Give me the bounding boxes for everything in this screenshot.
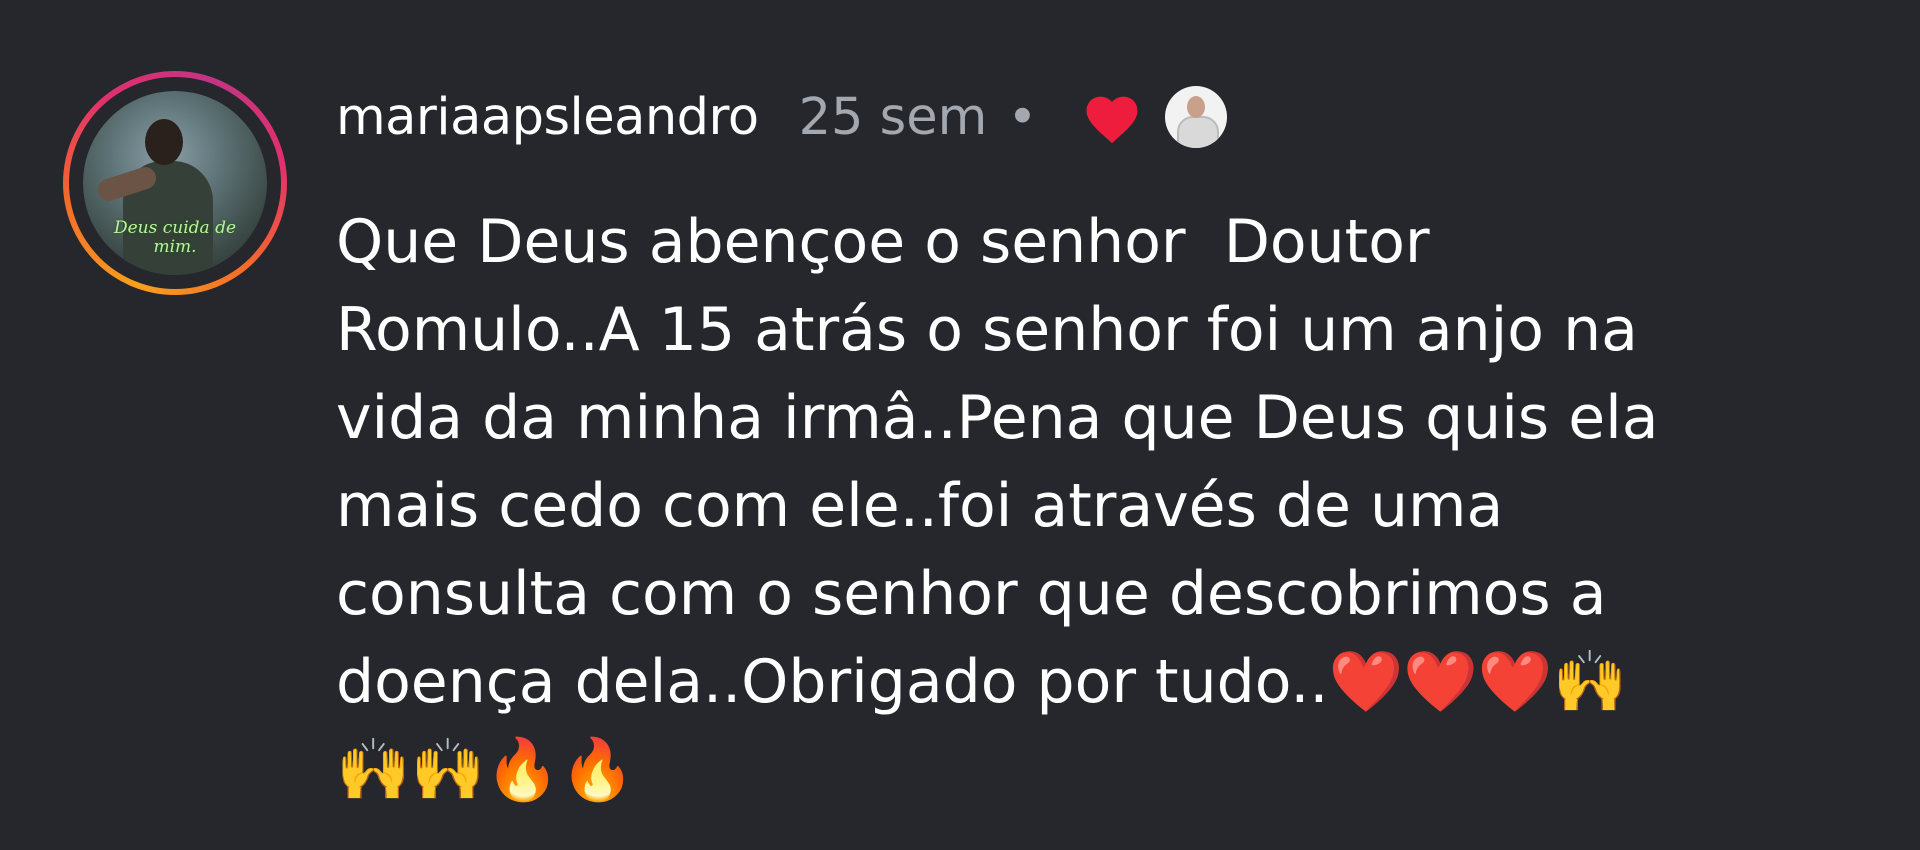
separator-dot: • (1007, 87, 1038, 147)
avatar-gap: Deus cuida de mim. (69, 77, 281, 289)
user-avatar[interactable]: Deus cuida de mim. (63, 71, 287, 295)
liker-avatar[interactable] (1165, 86, 1228, 148)
timestamp: 25 sem (798, 87, 988, 147)
username[interactable]: mariaapsleandro (336, 88, 759, 147)
liker-avatar-head (1187, 96, 1206, 118)
heart-icon (1086, 96, 1138, 144)
comment-text: Que Deus abençoe o senhor Doutor Romulo.… (336, 207, 1659, 805)
avatar-person-head (145, 119, 183, 165)
avatar-photo: Deus cuida de mim. (83, 91, 267, 275)
comment-header: mariaapsleandro 25 sem • (336, 84, 1228, 150)
avatar-caption: Deus cuida de mim. (113, 218, 237, 257)
liker-avatar-body (1177, 116, 1220, 148)
comment: Deus cuida de mim. mariaapsleandro 25 se… (0, 0, 1920, 850)
